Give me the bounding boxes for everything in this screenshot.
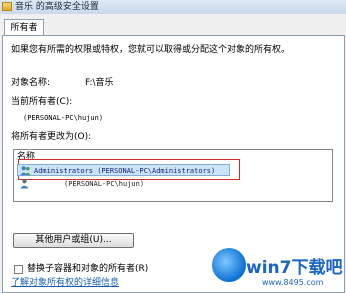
user-icon — [20, 179, 29, 189]
watermark: win7下载吧 www.8495.com — [212, 248, 346, 293]
replace-owner-label[interactable]: 替换子容器和对象的所有者(R) — [27, 264, 148, 275]
object-name-label: 对象名称: — [11, 78, 51, 88]
object-name-value: F:\音乐 — [85, 78, 114, 88]
watermark-brand: win7下载吧 — [246, 258, 343, 278]
list-item-text: (PERSONAL-PC\hujun) — [64, 180, 145, 188]
list-item-administrators[interactable]: Administrators (PERSONAL-PC\Administrato… — [17, 164, 230, 176]
help-link[interactable]: 了解对象所有权的详细信息 — [11, 278, 119, 289]
list-item-hujun[interactable]: (PERSONAL-PC\hujun) — [17, 178, 277, 190]
other-users-button[interactable]: 其他用户或组(U)... — [13, 233, 134, 248]
tab-strip: 所有者 — [0, 14, 346, 36]
watermark-url: www.8495.com — [262, 278, 324, 287]
watermark-logo-icon — [212, 248, 246, 282]
folder-icon — [2, 2, 12, 11]
replace-owner-checkbox[interactable] — [14, 265, 23, 274]
tab-owner[interactable]: 所有者 — [4, 19, 44, 36]
current-owner-value: (PERSONAL-PC\hujun) — [23, 114, 104, 122]
current-owner-label: 当前所有者(C): — [11, 97, 73, 107]
title-bar: 音乐 的高级安全设置 — [0, 0, 346, 15]
window-title: 音乐 的高级安全设置 — [15, 2, 99, 12]
group-users-icon — [20, 166, 31, 176]
intro-text: 如果您有所需的权限或特权，您就可以取得或分配这个对象的所有权。 — [11, 45, 291, 55]
change-owner-label: 将所有者更改为(O): — [11, 132, 92, 142]
list-item-text: Administrators (PERSONAL-PC\Administrato… — [34, 167, 216, 175]
owner-listbox[interactable]: 名称 Administrators (PERSONAL-PC\Administr… — [13, 149, 333, 202]
